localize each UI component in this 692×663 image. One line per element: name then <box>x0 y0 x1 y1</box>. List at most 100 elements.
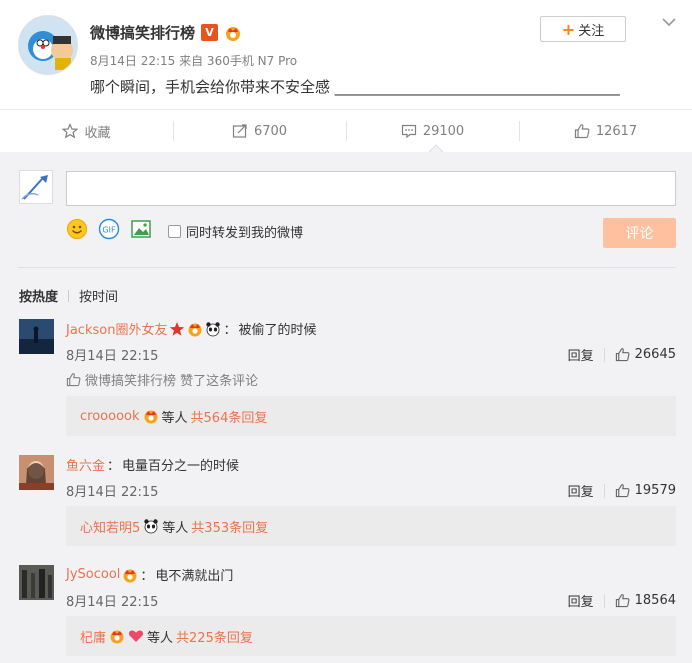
comment-text: 被偷了的时候 <box>238 323 317 338</box>
commenter-name[interactable]: 鱼六金 <box>66 455 105 474</box>
comment-count: 29100 <box>422 123 465 139</box>
post-text: 哪个瞬间，手机会给你带来不安全感 _______________________… <box>90 78 620 96</box>
forward-checkbox-row[interactable]: 同时转发到我的微博 <box>168 222 303 241</box>
comment-like-button[interactable]: 18564 <box>615 593 676 608</box>
reply-preview[interactable]: 杞庸 等人 共225条回复 <box>66 616 676 656</box>
divider <box>18 267 676 268</box>
comment-colon: ： <box>107 459 121 474</box>
reply-user[interactable]: 杞庸 <box>80 627 106 646</box>
ops-separator <box>603 483 605 498</box>
thumbs-up-icon <box>574 124 590 139</box>
comment-time: 8月14日 22:15 <box>66 349 159 364</box>
submit-comment-button[interactable]: 评论 <box>603 218 676 248</box>
thumbs-up-icon <box>615 594 630 608</box>
liked-by-text: 微博搞笑排行榜 赞了这条评论 <box>85 374 259 389</box>
follow-label: 关注 <box>578 23 605 39</box>
reply-user[interactable]: 心知若明5 <box>80 517 140 536</box>
comment-colon: ： <box>140 569 154 584</box>
reply-etc: 等人 <box>147 630 174 646</box>
image-icon[interactable] <box>130 218 152 240</box>
comments-section: GIF 同时转发到我的微博 评论 按热度 按时间 Jackson圈外女友 ： 被… <box>0 152 692 663</box>
active-tab-caret <box>429 144 443 152</box>
reply-etc: 等人 <box>161 410 188 426</box>
star-outline-icon <box>62 123 79 139</box>
post-action-bar: 收藏 6700 29100 12617 <box>0 110 692 152</box>
ops-separator <box>603 347 605 362</box>
svg-text:GIF: GIF <box>102 226 116 235</box>
sort-tabs: 按热度 按时间 <box>19 286 118 305</box>
comment-input[interactable] <box>66 171 676 206</box>
chevron-down-icon[interactable] <box>661 14 677 30</box>
reply-button[interactable]: 回复 <box>568 345 594 364</box>
reply-etc: 等人 <box>162 520 189 536</box>
vip-crown-icon <box>110 630 124 644</box>
reply-preview[interactable]: 心知若明5 等人 共353条回复 <box>66 506 676 546</box>
tab-separator <box>68 289 70 302</box>
commenter-avatar[interactable] <box>19 319 54 354</box>
panda-badge-icon <box>206 321 221 336</box>
comment-ops: 回复 19579 <box>568 481 676 500</box>
author-name[interactable]: 微博搞笑排行榜 <box>90 22 195 43</box>
comment-like-count: 26645 <box>634 347 676 362</box>
ops-separator <box>603 593 605 608</box>
commenter-avatar[interactable] <box>19 455 54 490</box>
comment-line: JySocool ： 电不满就出门 <box>66 565 233 584</box>
favorite-button[interactable]: 收藏 <box>0 110 173 152</box>
verified-v-badge: V <box>201 24 219 41</box>
commenter-name[interactable]: Jackson圈外女友 <box>66 319 167 338</box>
vip-crown-icon <box>144 410 158 424</box>
sort-by-hot-tab[interactable]: 按热度 <box>19 286 58 305</box>
follow-button[interactable]: + 关注 <box>540 16 626 42</box>
gif-icon[interactable]: GIF <box>98 218 120 240</box>
thumbs-up-icon <box>66 373 81 387</box>
reply-button[interactable]: 回复 <box>568 481 594 500</box>
emoji-icon[interactable] <box>66 218 88 240</box>
star-badge-icon <box>170 321 185 336</box>
vip-crown-icon <box>123 569 137 582</box>
comment-time: 8月14日 22:15 <box>66 485 159 500</box>
comment-text: 电量百分之一的时候 <box>122 459 240 474</box>
reply-count-link[interactable]: 共225条回复 <box>176 627 253 646</box>
like-count: 12617 <box>595 123 638 139</box>
favorite-label: 收藏 <box>84 125 111 141</box>
comment-time: 8月14日 22:15 <box>66 595 159 610</box>
author-liked-note: 微博搞笑排行榜 赞了这条评论 <box>66 370 258 389</box>
like-button[interactable]: 12617 <box>519 110 692 152</box>
thumbs-up-icon <box>615 348 630 362</box>
comment-like-button[interactable]: 26645 <box>615 347 676 362</box>
author-name-row: 微博搞笑排行榜 V <box>90 22 242 43</box>
repost-count: 6700 <box>253 123 288 139</box>
forward-label: 同时转发到我的微博 <box>186 226 304 241</box>
composer-tools: GIF <box>66 218 152 240</box>
comment-colon: ： <box>223 323 237 338</box>
comment-line: 鱼六金 ： 电量百分之一的时候 <box>66 455 239 474</box>
author-avatar[interactable] <box>18 15 78 75</box>
reply-user[interactable]: croooook <box>80 409 140 424</box>
commenter-avatar[interactable] <box>19 565 54 600</box>
plus-icon: + <box>561 19 576 39</box>
weibo-post-card: 微博搞笑排行榜 V 8月14日 22:15 来自 360手机 N7 Pro 哪个… <box>0 0 692 152</box>
reply-count-link[interactable]: 共564条回复 <box>191 407 268 426</box>
comment-ops: 回复 26645 <box>568 345 676 364</box>
comment-ops: 回复 18564 <box>568 591 676 610</box>
forward-checkbox[interactable] <box>168 225 181 238</box>
panda-badge-icon <box>144 519 158 534</box>
repost-icon <box>232 124 247 138</box>
post-meta: 8月14日 22:15 来自 360手机 N7 Pro <box>90 54 298 68</box>
vip-crown-icon <box>226 26 241 41</box>
comment-like-button[interactable]: 19579 <box>615 483 676 498</box>
comment-text: 电不满就出门 <box>155 569 234 584</box>
comment-icon <box>401 124 416 139</box>
my-avatar <box>19 170 53 204</box>
reply-button[interactable]: 回复 <box>568 591 594 610</box>
reply-count-link[interactable]: 共353条回复 <box>191 517 268 536</box>
commenter-name[interactable]: JySocool <box>66 567 120 582</box>
reply-preview[interactable]: croooook 等人 共564条回复 <box>66 396 676 436</box>
vip-crown-icon <box>188 323 202 336</box>
sort-by-time-tab[interactable]: 按时间 <box>79 286 118 305</box>
heart-icon <box>128 630 144 642</box>
comment-line: Jackson圈外女友 ： 被偷了的时候 <box>66 319 316 338</box>
comment-like-count: 19579 <box>634 483 676 498</box>
thumbs-up-icon <box>615 484 630 498</box>
repost-button[interactable]: 6700 <box>173 110 346 152</box>
